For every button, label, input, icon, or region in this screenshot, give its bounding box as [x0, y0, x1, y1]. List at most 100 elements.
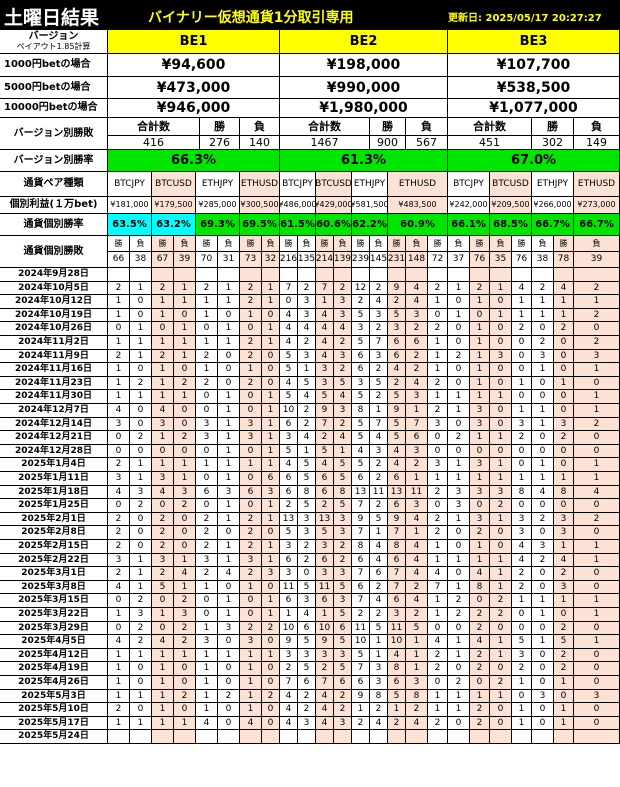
result-cell: 1 [218, 418, 240, 431]
result-cell: 5 [334, 499, 352, 513]
result-cell: 3 [316, 649, 334, 662]
result-cell: 2 [448, 594, 470, 608]
result-cell: 7 [316, 676, 334, 690]
win-header: 勝 [428, 236, 448, 252]
result-cell: 0 [532, 445, 554, 458]
result-cell: 2 [152, 350, 174, 363]
win-header: 勝 [280, 236, 298, 252]
result-cell: 2 [490, 594, 512, 608]
result-cell: 2 [428, 513, 448, 526]
result-cell: 2 [298, 418, 316, 431]
wl-win-header: 勝 [532, 118, 574, 136]
result-cell: 1 [174, 390, 196, 404]
result-cell: 1 [470, 363, 490, 377]
result-cell: 2 [298, 404, 316, 418]
result-cell: 3 [532, 540, 554, 554]
result-cell [370, 268, 388, 282]
lose-header: 負 [298, 236, 316, 252]
result-cell: 0 [448, 295, 470, 309]
result-cell: 2 [470, 649, 490, 662]
result-cell: 1 [174, 295, 196, 309]
result-cell: 3 [280, 431, 298, 445]
result-cell: 1 [108, 649, 130, 662]
result-cell: 1 [370, 404, 388, 418]
result-cell [316, 268, 334, 282]
result-cell: 0 [490, 418, 512, 431]
result-cell: 3 [470, 404, 490, 418]
result-cell: 3 [352, 322, 370, 336]
result-cell: 1 [218, 540, 240, 554]
result-cell: 2 [428, 404, 448, 418]
result-cell: 0 [574, 445, 620, 458]
wl-win-header: 勝 [200, 118, 240, 136]
result-cell: 0 [532, 431, 554, 445]
result-cell: 3 [298, 649, 316, 662]
result-cell: 1 [370, 526, 388, 540]
bet-row-value: ¥107,700 [448, 54, 620, 77]
win-header: 勝 [512, 236, 532, 252]
result-cell: 3 [490, 350, 512, 363]
result-cell: 0 [554, 363, 574, 377]
result-cell: 3 [130, 486, 152, 499]
result-cell: 1 [262, 295, 280, 309]
result-cell: 1 [448, 690, 470, 703]
result-cell: 5 [280, 445, 298, 458]
result-cell: 1 [262, 458, 280, 472]
result-cell: 2 [370, 282, 388, 295]
pair-name: ETHUSD [388, 172, 448, 197]
result-cell: 2 [108, 540, 130, 554]
result-cell: 3 [554, 581, 574, 594]
result-cell [280, 730, 298, 744]
lose-header: 負 [218, 236, 240, 252]
result-cell: 1 [554, 377, 574, 390]
result-cell: 1 [470, 336, 490, 350]
result-cell: 0 [130, 445, 152, 458]
result-cell: 1 [316, 295, 334, 309]
result-cell: 1 [262, 554, 280, 567]
result-cell: 2 [174, 594, 196, 608]
result-cell: 2 [108, 703, 130, 717]
version-name: BE3 [448, 30, 620, 54]
result-cell: 1 [108, 390, 130, 404]
result-cell: 6 [280, 472, 298, 486]
result-cell: 1 [554, 717, 574, 730]
result-cell [554, 268, 574, 282]
result-cell: 1 [196, 676, 218, 690]
result-cell: 1 [512, 295, 532, 309]
result-cell: 2 [574, 282, 620, 295]
result-cell: 0 [532, 676, 554, 690]
result-cell: 0 [574, 703, 620, 717]
result-cell: 0 [240, 390, 262, 404]
date-cell: 2025年4月26日 [0, 676, 108, 690]
result-cell: 0 [174, 662, 196, 676]
pair-wl-total: 70 [196, 252, 218, 268]
result-cell: 2 [470, 526, 490, 540]
result-cell: 1 [218, 445, 240, 458]
result-cell: 3 [406, 499, 428, 513]
result-cell: 3 [554, 513, 574, 526]
result-cell: 0 [218, 662, 240, 676]
pair-wl-total: 72 [428, 252, 448, 268]
result-cell: 0 [196, 322, 218, 336]
result-cell: 7 [352, 594, 370, 608]
result-cell: 3 [370, 662, 388, 676]
result-cell: 1 [316, 608, 334, 622]
result-cell [370, 730, 388, 744]
pair-wl-total: 67 [152, 252, 174, 268]
result-cell: 5 [334, 458, 352, 472]
result-cell: 5 [352, 458, 370, 472]
result-cell: 2 [406, 703, 428, 717]
result-cell: 5 [406, 622, 428, 635]
result-cell: 6 [352, 554, 370, 567]
result-cell: 11 [388, 622, 406, 635]
date-cell: 2025年2月8日 [0, 526, 108, 540]
result-cell: 3 [334, 594, 352, 608]
result-cell: 1 [470, 554, 490, 567]
result-cell: 8 [388, 540, 406, 554]
result-cell: 1 [108, 363, 130, 377]
result-cell: 1 [196, 336, 218, 350]
result-cell: 1 [108, 377, 130, 390]
result-cell: 6 [280, 486, 298, 499]
pair-name: BTCJPY [108, 172, 152, 197]
pair-profit: ¥242,000 [448, 197, 490, 214]
